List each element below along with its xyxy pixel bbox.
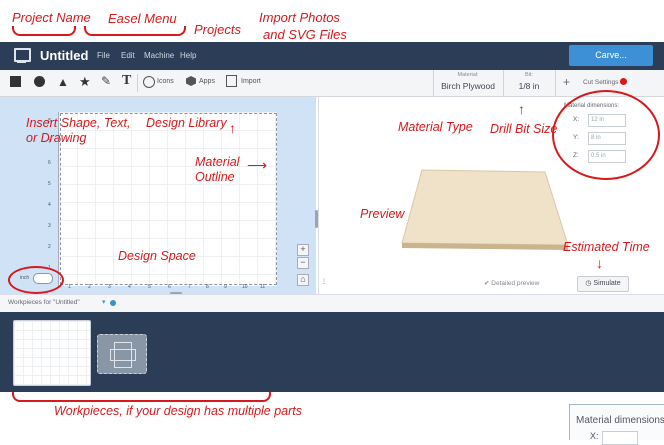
x-tick: 9 <box>224 284 227 290</box>
annotation-preview: Preview <box>360 207 405 221</box>
dimensions-highlight-ellipse <box>552 90 660 180</box>
material-3d-preview <box>401 169 569 250</box>
workpieces-title[interactable]: Workpieces for "Untitled" <box>8 299 80 306</box>
y-tick: 5 <box>48 181 51 187</box>
workpieces-header: Workpieces for "Untitled" ▾ <box>0 294 664 314</box>
square-shape-icon[interactable] <box>10 76 21 87</box>
dimensions-zoom-inset: Material dimensions: X: <box>569 404 664 445</box>
icons-label[interactable]: Icons <box>157 78 174 85</box>
x-tick: 3 <box>108 284 111 290</box>
annotation-import-photos: Import Photos <box>259 10 340 25</box>
y-tick: 6 <box>48 160 51 166</box>
menu-file[interactable]: File <box>97 51 110 60</box>
estimated-time-arrow-icon: ↓ <box>596 255 603 271</box>
annotation-design-library: Design Library <box>146 116 227 130</box>
annotation-workpieces: Workpieces, if your design has multiple … <box>54 404 303 418</box>
import-label[interactable]: Import <box>241 78 261 85</box>
project-name-bracket <box>12 26 76 36</box>
annotation-insert-shape-line2: or Drawing <box>26 131 87 145</box>
top-navbar: Untitled File Edit Machine Help Carve... <box>0 42 664 70</box>
design-library-arrow-icon: ↑ <box>229 120 236 136</box>
material-outline-arrow-icon: ⟶ <box>247 157 268 173</box>
toggle-highlight-ellipse <box>8 266 64 294</box>
annotation-easel-menu: Easel Menu <box>108 11 177 26</box>
material-select[interactable]: Birch Plywood <box>434 81 502 91</box>
plus-icon-bar <box>110 349 136 361</box>
easel-logo-base-icon <box>17 61 26 63</box>
zoom-in-button[interactable]: + <box>297 244 309 256</box>
menu-machine[interactable]: Machine <box>144 51 174 60</box>
easel-logo-icon <box>14 48 31 62</box>
annotation-material-line2: Outline <box>195 170 235 184</box>
y-tick: 2 <box>48 244 51 250</box>
text-tool-icon[interactable]: T <box>122 73 136 88</box>
easel-menu-bracket <box>84 26 186 36</box>
simulate-label: Simulate <box>593 280 621 287</box>
workpieces-chevron-icon[interactable]: ▾ <box>102 298 106 306</box>
fit-view-button[interactable]: ⌂ <box>297 274 309 286</box>
add-workpiece-button[interactable] <box>97 334 147 374</box>
cut-settings-button[interactable]: Cut Settings <box>583 79 618 86</box>
annotation-material-line1: Material <box>195 155 240 169</box>
y-tick: 3 <box>48 223 51 229</box>
x-tick: 7 <box>188 284 191 290</box>
apps-label[interactable]: Apps <box>199 78 215 85</box>
annotation-insert-shape-line1: Insert Shape, Text, <box>26 116 131 130</box>
add-bit-button[interactable]: + <box>563 75 570 89</box>
x-tick: 2 <box>88 284 91 290</box>
y-tick: 4 <box>48 202 51 208</box>
plywood-board <box>401 169 569 246</box>
x-tick: 1 <box>68 284 71 290</box>
inset-x-field <box>602 431 638 445</box>
icons-smiley-icon[interactable] <box>143 76 155 88</box>
annotation-project-name: Project Name <box>12 10 91 25</box>
annotation-svg-files: and SVG Files <box>263 27 347 42</box>
workpiece-thumbnail[interactable] <box>13 320 91 386</box>
inset-x-label: X: <box>590 431 599 441</box>
triangle-shape-icon[interactable]: ▲ <box>57 75 71 89</box>
x-tick: 10 <box>242 284 248 290</box>
preview-expand-icon[interactable]: ⋮ <box>321 278 327 285</box>
toolbar: ▲ ★ ✎ T Icons Apps Import Material: Birc… <box>0 70 664 97</box>
detailed-preview-toggle[interactable]: ✔ Detailed preview <box>484 279 539 287</box>
annotation-design-space: Design Space <box>118 249 196 263</box>
apps-cube-icon[interactable] <box>186 76 196 86</box>
bit-select[interactable]: 1/8 in <box>504 81 554 91</box>
material-label: Material: <box>457 72 479 78</box>
annotation-material-type: Material Type <box>398 120 473 134</box>
x-tick: 11 <box>260 284 266 290</box>
annotation-estimated-time: Estimated Time <box>563 240 650 254</box>
x-tick: 6 <box>168 284 171 290</box>
zoom-out-button[interactable]: − <box>297 257 309 269</box>
simulate-button[interactable]: ◷ Simulate <box>577 276 629 292</box>
workpieces-bracket <box>12 392 271 402</box>
annotation-projects: Projects <box>194 22 241 37</box>
pen-draw-icon[interactable]: ✎ <box>101 74 115 88</box>
carve-button[interactable]: Carve... <box>569 45 653 66</box>
project-title[interactable]: Untitled <box>40 48 88 63</box>
annotation-drill-bit-size: Drill Bit Size <box>490 122 558 136</box>
x-tick: 4 <box>128 284 131 290</box>
bit-size-arrow-icon: ↑ <box>518 101 525 117</box>
toolbar-divider <box>555 70 556 96</box>
menu-edit[interactable]: Edit <box>121 51 135 60</box>
star-shape-icon[interactable]: ★ <box>79 74 93 89</box>
x-tick: 5 <box>148 284 151 290</box>
help-icon[interactable] <box>110 300 116 306</box>
warning-icon <box>620 78 627 85</box>
detailed-preview-label: Detailed preview <box>491 280 540 287</box>
menu-help[interactable]: Help <box>180 51 196 60</box>
inset-dimensions-title: Material dimensions: <box>576 415 664 426</box>
workpieces-panel <box>0 312 664 392</box>
annotation-material-outline: Material Outline <box>195 155 239 185</box>
x-ruler: 1 2 3 4 5 6 7 8 9 10 11 <box>58 284 278 292</box>
x-tick: 8 <box>206 284 209 290</box>
import-icon[interactable] <box>226 75 237 87</box>
bit-label: Bit: <box>525 72 533 78</box>
circle-shape-icon[interactable] <box>34 76 45 87</box>
toolbar-divider <box>137 74 138 92</box>
annotation-insert-shape: Insert Shape, Text, or Drawing <box>26 116 130 146</box>
